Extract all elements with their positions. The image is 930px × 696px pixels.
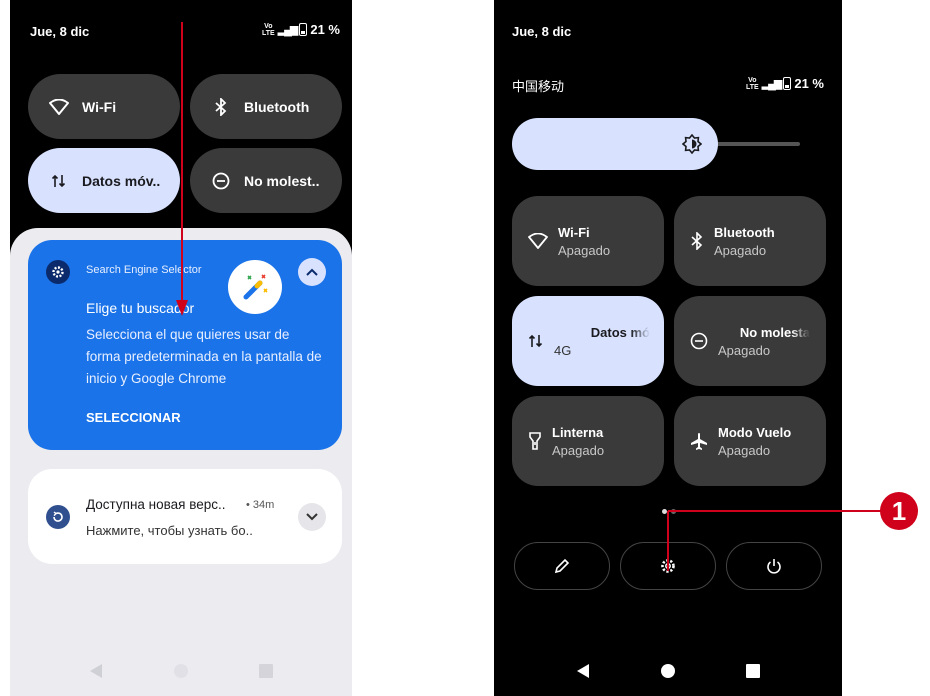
tile-label: Modo Vuelo xyxy=(718,424,792,440)
status-date: Jue, 8 dic xyxy=(30,24,90,39)
mobile-data-icon xyxy=(528,334,543,348)
update-icon xyxy=(46,505,70,529)
brightness-slider[interactable] xyxy=(512,118,718,170)
tile-bluetooth[interactable]: Bluetooth xyxy=(190,74,342,139)
wifi-icon xyxy=(48,96,70,118)
airplane-icon xyxy=(691,433,707,450)
tile-do-not-disturb[interactable]: No molest.. xyxy=(190,148,342,213)
bluetooth-icon xyxy=(210,96,232,118)
brightness-track xyxy=(708,142,800,146)
battery-percent: 21 % xyxy=(310,22,340,37)
chrome-wand-icon xyxy=(228,260,282,314)
tile-label: Wi-Fi xyxy=(82,98,117,115)
tile-state: Apagado xyxy=(718,442,771,458)
volte-icon: Vo LTE xyxy=(261,22,275,37)
tile-wifi[interactable]: Wi-Fi xyxy=(28,74,180,139)
notification-body: Нажмите, чтобы узнать бо.. xyxy=(86,523,253,538)
status-date: Jue, 8 dic xyxy=(512,24,572,39)
navigation-bar xyxy=(10,646,352,696)
mobile-data-icon xyxy=(48,170,70,192)
tile-label: Datos móv.. xyxy=(82,172,161,189)
select-action-button[interactable]: SELECCIONAR xyxy=(86,410,181,425)
tile-label: No molesta xyxy=(739,324,810,340)
right-phone-screen: Jue, 8 dic 中国移动 Vo LTE ▂▄▆ 21 % Wi-Fi Apag… xyxy=(494,0,842,696)
do-not-disturb-icon xyxy=(210,170,232,192)
status-icons: Vo LTE ▂▄▆ 21 % xyxy=(262,22,340,37)
swipe-down-arrow xyxy=(176,22,188,316)
tile-mobile-data[interactable]: Datos móv.. xyxy=(28,148,180,213)
navigation-bar xyxy=(494,646,842,696)
signal-icon: ▂▄▆ xyxy=(761,78,783,90)
notification-time: • 34m xyxy=(246,499,275,511)
battery-icon xyxy=(783,77,792,90)
volte-icon: Vo LTE xyxy=(745,76,759,91)
tile-state: Apagado xyxy=(552,442,605,458)
edit-button[interactable] xyxy=(514,542,610,590)
wifi-icon xyxy=(528,233,548,249)
notification-update[interactable]: Доступна новая верс.. • 34m Нажмите, что… xyxy=(28,469,342,564)
callout-line xyxy=(667,510,882,571)
tile-do-not-disturb[interactable]: No molesta Apagado xyxy=(674,296,826,386)
do-not-disturb-icon xyxy=(690,332,708,350)
battery-percent: 21 % xyxy=(794,76,824,91)
tile-state: 4G xyxy=(554,342,572,358)
chevron-down-icon xyxy=(306,513,318,521)
back-icon[interactable] xyxy=(576,663,590,679)
tile-airplane-mode[interactable]: Modo Vuelo Apagado xyxy=(674,396,826,486)
home-icon[interactable] xyxy=(660,663,676,679)
notification-title: Доступна новая верс.. xyxy=(86,497,226,512)
tile-label: Linterna xyxy=(552,424,604,440)
back-icon[interactable] xyxy=(89,663,103,679)
callout-number: 1 xyxy=(880,492,918,530)
tile-bluetooth[interactable]: Bluetooth Apagado xyxy=(674,196,826,286)
tile-label: Datos mó xyxy=(590,324,650,340)
tile-state: Apagado xyxy=(714,242,767,258)
tile-state: Apagado xyxy=(558,242,611,258)
settings-app-icon xyxy=(46,260,70,284)
battery-icon xyxy=(299,23,308,36)
tile-label: Bluetooth xyxy=(244,98,310,115)
home-icon[interactable] xyxy=(173,663,189,679)
tile-mobile-data[interactable]: Datos mó 4G xyxy=(512,296,664,386)
tile-flashlight[interactable]: Linterna Apagado xyxy=(512,396,664,486)
recents-icon[interactable] xyxy=(746,664,760,678)
recents-icon[interactable] xyxy=(259,664,273,678)
signal-icon: ▂▄▆ xyxy=(277,24,299,36)
bluetooth-icon xyxy=(691,232,703,250)
expand-button[interactable] xyxy=(298,503,326,531)
carrier-name: 中国移动 xyxy=(512,79,565,94)
tile-label: Wi-Fi xyxy=(558,224,590,240)
collapse-button[interactable] xyxy=(298,258,326,286)
notification-body: Selecciona el que quieres usar de forma … xyxy=(86,327,322,386)
chevron-up-icon xyxy=(306,268,318,276)
pencil-icon xyxy=(554,558,570,574)
flashlight-icon xyxy=(529,432,541,450)
status-icons: Vo LTE ▂▄▆ 21 % xyxy=(746,76,824,91)
brightness-icon xyxy=(682,134,702,154)
tile-wifi[interactable]: Wi-Fi Apagado xyxy=(512,196,664,286)
tile-label: Bluetooth xyxy=(714,224,775,240)
tile-state: Apagado xyxy=(718,342,771,358)
tile-label: No molest.. xyxy=(244,172,320,189)
